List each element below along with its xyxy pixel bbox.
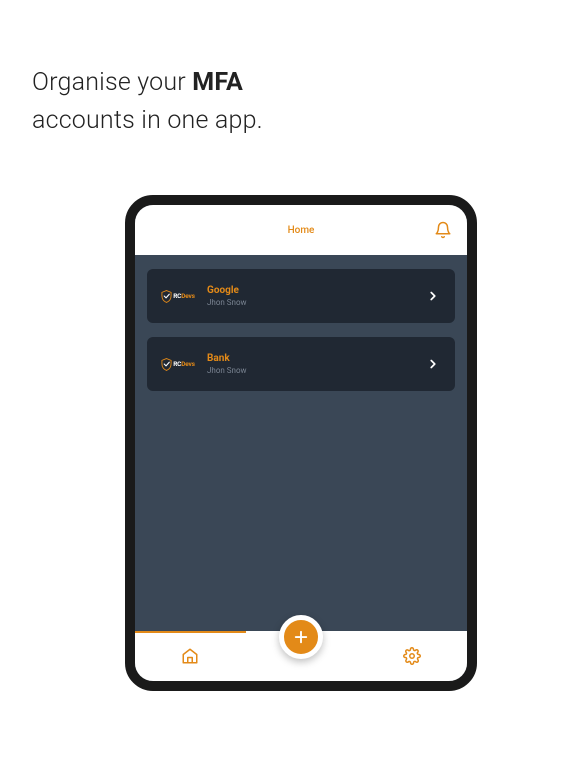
provider-logo: RCDevs bbox=[159, 290, 197, 303]
account-user: Jhon Snow bbox=[207, 298, 413, 307]
chevron-right-icon bbox=[426, 289, 440, 303]
account-row[interactable]: RCDevs Google Jhon Snow bbox=[147, 269, 455, 323]
account-provider: Google bbox=[207, 285, 413, 296]
nav-settings[interactable] bbox=[356, 631, 467, 681]
open-account-button[interactable] bbox=[423, 357, 443, 371]
logo-text: RCDevs bbox=[173, 360, 195, 368]
page: Organise your MFA accounts in one app. H… bbox=[0, 0, 576, 768]
accounts-list: RCDevs Google Jhon Snow bbox=[135, 255, 467, 631]
logo-text: RCDevs bbox=[173, 292, 195, 300]
account-text: Bank Jhon Snow bbox=[207, 353, 413, 375]
tablet-frame: Home RC bbox=[125, 195, 477, 691]
headline-bold: MFA bbox=[192, 68, 243, 97]
notifications-button[interactable] bbox=[433, 220, 453, 240]
account-row[interactable]: RCDevs Bank Jhon Snow bbox=[147, 337, 455, 391]
gear-icon bbox=[403, 647, 421, 665]
app: Home RC bbox=[135, 205, 467, 681]
topbar: Home bbox=[135, 205, 467, 255]
account-text: Google Jhon Snow bbox=[207, 285, 413, 307]
account-user: Jhon Snow bbox=[207, 366, 413, 375]
page-title: Home bbox=[135, 225, 467, 236]
active-tab-indicator bbox=[135, 631, 246, 633]
headline: Organise your MFA accounts in one app. bbox=[32, 64, 263, 139]
account-provider: Bank bbox=[207, 353, 413, 364]
add-account-button[interactable] bbox=[279, 615, 323, 659]
shield-icon bbox=[161, 358, 172, 371]
headline-prefix: Organise your bbox=[32, 68, 192, 97]
bell-icon bbox=[434, 221, 452, 239]
provider-logo: RCDevs bbox=[159, 358, 197, 371]
open-account-button[interactable] bbox=[423, 289, 443, 303]
home-icon bbox=[181, 647, 199, 665]
plus-icon bbox=[292, 628, 310, 646]
bottombar bbox=[135, 631, 467, 681]
nav-home[interactable] bbox=[135, 631, 246, 681]
shield-icon bbox=[161, 290, 172, 303]
headline-suffix: accounts in one app. bbox=[32, 106, 263, 135]
chevron-right-icon bbox=[426, 357, 440, 371]
